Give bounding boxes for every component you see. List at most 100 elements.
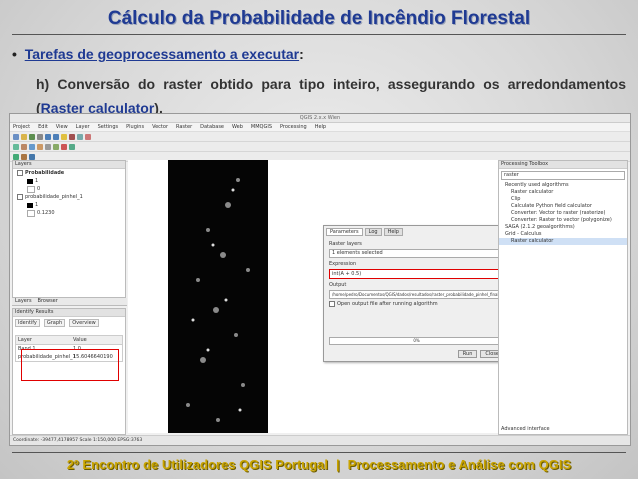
new-project-icon[interactable] bbox=[13, 133, 19, 140]
tab-log[interactable]: Log bbox=[364, 228, 382, 236]
save-project-icon[interactable] bbox=[29, 133, 35, 140]
zoom-in-icon[interactable] bbox=[45, 133, 51, 140]
progress-bar: 0% bbox=[329, 337, 504, 345]
expression-label: Expression bbox=[329, 261, 357, 267]
footer-separator: | bbox=[336, 457, 340, 472]
menu-layer[interactable]: Layer bbox=[76, 123, 90, 131]
menu-raster[interactable]: Raster bbox=[176, 123, 192, 131]
legend-swatch-black bbox=[27, 178, 33, 184]
label-icon[interactable] bbox=[69, 143, 75, 150]
output-path-field[interactable]: /home/pedro/Documentos/QGIS/dados/result… bbox=[329, 290, 504, 299]
toolbox-title: Processing Toolbox bbox=[499, 161, 627, 169]
legend-entry: 1 bbox=[13, 201, 125, 209]
attribute-table-icon[interactable] bbox=[85, 133, 91, 140]
menu-view[interactable]: View bbox=[56, 123, 68, 131]
processing-toolbox: Processing Toolbox raster Recently used … bbox=[498, 160, 628, 435]
advanced-interface-toggle[interactable]: Advanced interface bbox=[501, 426, 550, 432]
raster-layers-selector[interactable]: 1 elements selected bbox=[329, 249, 504, 258]
menu-plugins[interactable]: Plugins bbox=[126, 123, 144, 131]
output-label: Output bbox=[329, 282, 347, 288]
legend-entry: 0 bbox=[13, 185, 125, 193]
zoom-out-icon[interactable] bbox=[53, 133, 59, 140]
measure-icon[interactable] bbox=[77, 133, 83, 140]
menu-web[interactable]: Web bbox=[232, 123, 243, 131]
layers-panel: Layers Probabilidade 1 0 probabilidade_p… bbox=[12, 160, 126, 298]
tree-item[interactable]: SAGA (2.1.2 geoalgorithms) bbox=[499, 224, 627, 231]
qgis-window-title: QGIS 2.x.x Wien bbox=[10, 114, 630, 123]
tab-identify[interactable]: Identify bbox=[15, 319, 40, 327]
tab-overview[interactable]: Overview bbox=[69, 319, 99, 327]
menu-database[interactable]: Database bbox=[200, 123, 224, 131]
toggle-editing-icon[interactable] bbox=[45, 143, 51, 150]
layer-item[interactable]: probabilidade_pinhel_1 bbox=[13, 193, 125, 201]
layers-panel-title: Layers bbox=[13, 161, 125, 169]
layer-checkbox[interactable] bbox=[17, 194, 23, 200]
tree-item[interactable]: Calculate Python field calculator bbox=[499, 203, 627, 210]
plugin-icon[interactable] bbox=[13, 153, 19, 160]
tree-item-selected[interactable]: Raster calculator bbox=[499, 238, 627, 245]
toolbox-search-input[interactable]: raster bbox=[501, 171, 625, 180]
raster-layers-label: Raster layers bbox=[329, 241, 362, 247]
tab-browser[interactable]: Browser bbox=[38, 298, 58, 305]
open-output-option[interactable]: Open output file after running algorithm bbox=[329, 301, 504, 307]
run-button[interactable]: Run bbox=[457, 350, 478, 358]
select-icon[interactable] bbox=[69, 133, 75, 140]
legend-value: 1 bbox=[35, 202, 39, 208]
python-console-icon[interactable] bbox=[21, 153, 27, 160]
menu-settings[interactable]: Settings bbox=[98, 123, 119, 131]
add-delimited-icon[interactable] bbox=[37, 143, 43, 150]
delete-feature-icon[interactable] bbox=[61, 143, 67, 150]
tree-item[interactable]: Converter: Vector to raster (rasterize) bbox=[499, 210, 627, 217]
open-output-checkbox[interactable] bbox=[329, 301, 335, 307]
tree-item[interactable]: Recently used algorithms bbox=[499, 182, 627, 189]
open-project-icon[interactable] bbox=[21, 133, 27, 140]
map-canvas[interactable]: Parameters Log Help Raster layers 1 elem… bbox=[128, 160, 510, 433]
menu-vector[interactable]: Vector bbox=[152, 123, 168, 131]
raster-calculator-dialog: Parameters Log Help Raster layers 1 elem… bbox=[323, 225, 510, 362]
slide-footer: 2º Encontro de Utilizadores QGIS Portuga… bbox=[0, 457, 638, 472]
identify-icon[interactable] bbox=[61, 133, 67, 140]
toolbar-2 bbox=[10, 142, 630, 152]
tree-item[interactable]: Grid - Calculus bbox=[499, 231, 627, 238]
tree-item[interactable]: Converter: Raster to vector (polygonize) bbox=[499, 217, 627, 224]
add-vector-icon[interactable] bbox=[13, 143, 19, 150]
layer-name: probabilidade_pinhel_1 bbox=[25, 194, 83, 200]
column-header-layer: Layer bbox=[18, 337, 32, 343]
menu-mmqgis[interactable]: MMQGIS bbox=[251, 123, 272, 131]
qgis-screenshot: QGIS 2.x.x Wien Project Edit View Layer … bbox=[9, 113, 631, 446]
processing-icon[interactable] bbox=[29, 153, 35, 160]
add-postgis-icon[interactable] bbox=[29, 143, 35, 150]
legend-swatch-white bbox=[27, 209, 35, 217]
legend-value: 0.1230 bbox=[37, 210, 55, 216]
pan-icon[interactable] bbox=[37, 133, 43, 140]
bullet-text: Tarefas de geoprocessamento a executar bbox=[24, 46, 300, 62]
add-raster-icon[interactable] bbox=[21, 143, 27, 150]
tab-graph[interactable]: Graph bbox=[43, 319, 66, 327]
legend-swatch-white bbox=[27, 185, 35, 193]
raster-speckle-graphic bbox=[186, 178, 250, 422]
title-divider bbox=[12, 34, 626, 35]
tab-parameters[interactable]: Parameters bbox=[326, 228, 363, 236]
menu-processing[interactable]: Processing bbox=[280, 123, 307, 131]
tree-item[interactable]: Raster calculator bbox=[499, 189, 627, 196]
identify-title: Identify Results bbox=[13, 309, 125, 317]
bullet-icon: • bbox=[12, 46, 17, 62]
menu-project[interactable]: Project bbox=[13, 123, 30, 131]
menu-help[interactable]: Help bbox=[315, 123, 326, 131]
tab-layers[interactable]: Layers bbox=[15, 298, 32, 305]
expression-input[interactable]: int(A + 0.5) bbox=[329, 269, 504, 279]
layer-item[interactable]: Probabilidade bbox=[13, 169, 125, 177]
qgis-menubar: Project Edit View Layer Settings Plugins… bbox=[10, 123, 630, 132]
footer-topic: Processamento e Análise com QGIS bbox=[347, 457, 572, 472]
tab-help[interactable]: Help bbox=[383, 228, 403, 236]
menu-edit[interactable]: Edit bbox=[38, 123, 48, 131]
open-output-label: Open output file after running algorithm bbox=[337, 301, 438, 307]
bullet-colon: : bbox=[299, 46, 304, 62]
legend-entry: 0.1230 bbox=[13, 209, 125, 217]
qgis-main-area: Layers Probabilidade 1 0 probabilidade_p… bbox=[10, 160, 630, 436]
identify-results-panel: Identify Results Identify Graph Overview… bbox=[12, 308, 126, 435]
digitize-icon[interactable] bbox=[53, 143, 59, 150]
bullet-item: • Tarefas de geoprocessamento a executar… bbox=[12, 46, 304, 62]
tree-item[interactable]: Clip bbox=[499, 196, 627, 203]
layer-checkbox[interactable] bbox=[17, 170, 23, 176]
